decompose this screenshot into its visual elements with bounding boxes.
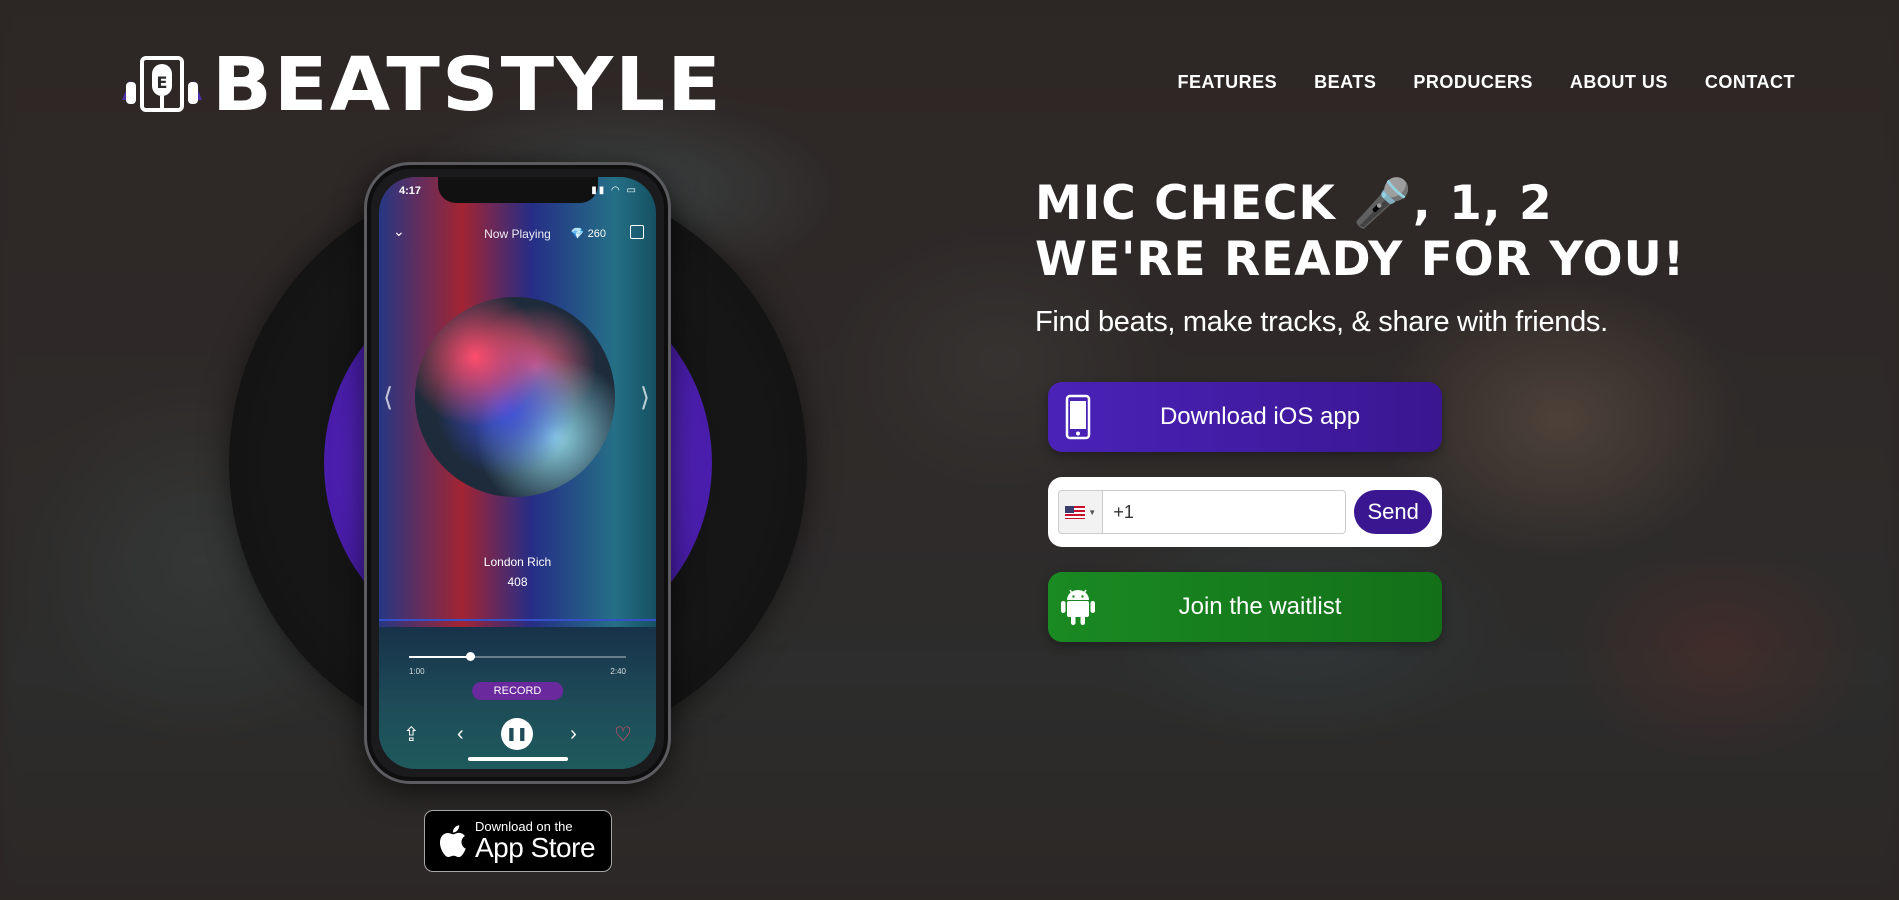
nav-features[interactable]: FEATURES xyxy=(1177,72,1277,93)
home-indicator xyxy=(467,757,568,761)
headline-part-1: MIC CHECK xyxy=(1035,176,1336,231)
heart-icon: ♡ xyxy=(614,723,632,746)
progress-bar xyxy=(409,652,626,661)
phone-number-input[interactable] xyxy=(1103,490,1347,534)
app-store-badge[interactable]: Download on the App Store xyxy=(424,810,612,872)
status-time: 4:17 xyxy=(399,185,422,197)
microphone-icon: 🎤 xyxy=(1353,176,1413,231)
nav-beats[interactable]: BEATS xyxy=(1314,72,1376,93)
next-icon: › xyxy=(570,722,577,745)
app-store-big-text: App Store xyxy=(475,832,596,863)
headline-line-2: WE'RE READY FOR YOU! xyxy=(1035,232,1686,287)
us-flag-icon xyxy=(1065,505,1086,519)
album-art xyxy=(415,297,615,497)
gem-icon: 💎 xyxy=(570,228,585,240)
share-icon: ⇪ xyxy=(403,723,420,746)
main-nav: FEATURES BEATS PRODUCERS ABOUT US CONTAC… xyxy=(1177,72,1795,93)
headline-line-1: MIC CHECK 🎤, 1, 2 xyxy=(1035,176,1685,232)
headline-part-2: , 1, 2 xyxy=(1412,176,1553,231)
phone-notch xyxy=(437,177,598,203)
gem-count: 260 xyxy=(587,228,606,240)
nav-producers[interactable]: PRODUCERS xyxy=(1413,72,1533,93)
chevron-left-icon: ⟨ xyxy=(383,382,394,412)
progress-fill xyxy=(409,656,470,658)
track-count: 408 xyxy=(507,575,528,589)
smartphone-icon xyxy=(1048,394,1108,440)
status-icons: ▮▮ ◠ ▭ xyxy=(591,185,638,196)
chevron-right-icon: ⟩ xyxy=(639,382,650,412)
logo-letter: E xyxy=(157,73,168,92)
waveform-line xyxy=(379,619,656,621)
microphone-logo-icon: E xyxy=(120,50,204,120)
caret-down-icon: ▼ xyxy=(1088,507,1097,517)
nav-contact[interactable]: CONTACT xyxy=(1705,72,1795,93)
track-name: London Rich xyxy=(483,555,552,569)
hero-subhead: Find beats, make tracks, & share with fr… xyxy=(1035,306,1608,338)
join-waitlist-label: Join the waitlist xyxy=(1178,593,1342,620)
progress-knob xyxy=(465,652,475,661)
edit-icon xyxy=(630,225,644,239)
sms-link-form: ▼ Send xyxy=(1048,477,1442,547)
pause-icon: ❚❚ xyxy=(500,718,533,750)
previous-icon: ‹ xyxy=(457,722,464,745)
android-icon xyxy=(1048,588,1108,626)
download-ios-label: Download iOS app xyxy=(1159,403,1361,430)
apple-icon xyxy=(439,825,466,858)
brand-name: BEATSTYLE xyxy=(212,42,723,128)
download-ios-button[interactable]: Download iOS app xyxy=(1048,382,1442,452)
phone-mockup: 4:17 ▮▮ ◠ ▭ ⌄ Now Playing 💎 260 ⟨ ⟩ Lond… xyxy=(364,162,671,784)
country-code-select[interactable]: ▼ xyxy=(1058,490,1104,534)
gem-counter: 💎 260 xyxy=(571,227,606,240)
time-total: 2:40 xyxy=(610,667,626,676)
now-playing-title: Now Playing xyxy=(484,227,551,241)
player-controls: ⇪ ‹ ❚❚ › ♡ xyxy=(403,717,632,751)
join-waitlist-button[interactable]: Join the waitlist xyxy=(1048,572,1442,642)
phone-screen: 4:17 ▮▮ ◠ ▭ ⌄ Now Playing 💎 260 ⟨ ⟩ Lond… xyxy=(379,177,656,769)
record-badge: RECORD xyxy=(471,682,564,700)
brand-logo[interactable]: E BEATSTYLE xyxy=(120,48,721,122)
app-store-text: Download on the App Store xyxy=(475,820,596,863)
hero-headline: MIC CHECK 🎤, 1, 2 WE'RE READY FOR YOU! xyxy=(1035,176,1685,288)
send-button[interactable]: Send xyxy=(1354,490,1432,534)
time-elapsed: 1:00 xyxy=(409,667,425,676)
nav-about-us[interactable]: ABOUT US xyxy=(1570,72,1668,93)
